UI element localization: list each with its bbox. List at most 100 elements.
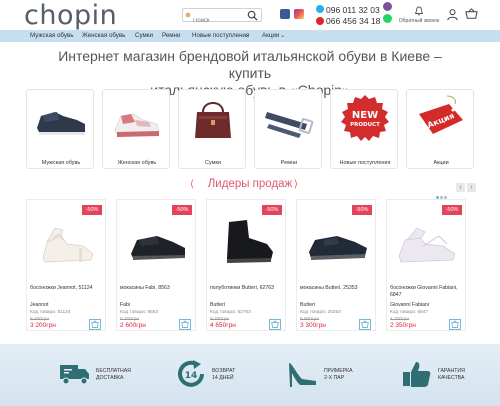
nav-new-arrivals[interactable]: Новые поступления	[192, 32, 249, 39]
product-name[interactable]: мокасины Butteri, 25353	[300, 285, 374, 292]
category-label: Акции	[433, 160, 449, 166]
phone-2[interactable]: 066 456 34 18	[326, 16, 380, 26]
product-image	[42, 227, 94, 263]
category-label: Женская обувь	[117, 160, 157, 166]
category-new-arrivals[interactable]: NEW PRODUCT Новые поступления	[330, 89, 398, 169]
product-name[interactable]: полуботинки Butteri, 62763	[210, 285, 284, 292]
sale-tag: Акция	[419, 95, 463, 134]
nav-bags[interactable]: Сумки	[135, 32, 153, 39]
chevron-down-icon: ⌄	[244, 32, 250, 39]
nav-sales[interactable]: Акции	[262, 32, 279, 39]
svg-text:NEW: NEW	[352, 110, 378, 121]
category-women-shoes[interactable]: Женская обувь	[102, 89, 170, 169]
search-input[interactable]	[183, 15, 243, 27]
product-price: 3 200грн	[30, 322, 56, 329]
product-card[interactable]: -50% полуботинки Butteri, 62763 Butteri …	[206, 199, 286, 331]
callback-label: Обратный звонок	[398, 18, 440, 24]
main-nav: Мужская обувь Женская обувь Сумки Ремни …	[0, 30, 500, 42]
viber-icon[interactable]	[383, 2, 392, 11]
category-belts[interactable]: Ремни	[254, 89, 322, 169]
search-icon[interactable]	[247, 10, 258, 21]
product-image	[309, 236, 367, 260]
add-to-cart-icon[interactable]	[269, 319, 281, 330]
benefit-line-1: ПРИМЕРКА	[324, 368, 353, 374]
product-card[interactable]: -50% босоножки Jeannot, 51124 Jeannot Ко…	[26, 199, 106, 331]
nav-men-shoes[interactable]: Мужская обувь	[30, 32, 73, 39]
product-code: Код товара: 51124	[30, 310, 71, 315]
category-men-shoes[interactable]: Мужская обувь	[26, 89, 94, 169]
page-title-line-1: Интернет магазин брендовой итальянской о…	[58, 48, 442, 81]
truck-icon	[60, 365, 89, 385]
user-icon[interactable]	[446, 8, 459, 21]
benefit-line-1: ВОЗВРАТ	[212, 368, 236, 374]
slider-prev-button[interactable]: ‹	[456, 183, 465, 192]
product-code: Код товара: 6847	[390, 310, 429, 315]
logo[interactable]: chopin	[24, 0, 117, 31]
callback-button[interactable]: Обратный звонок	[398, 6, 440, 24]
product-brand: Giovanni Fabiani	[390, 302, 429, 308]
instagram-icon[interactable]	[294, 9, 304, 19]
svg-text:14: 14	[185, 371, 198, 381]
benefit-return: 14 ВОЗВРАТ 14 ДНЕЙ	[174, 359, 284, 393]
add-to-cart-icon[interactable]	[449, 319, 461, 330]
phone-1[interactable]: 096 011 32 03	[326, 5, 380, 15]
leaf-icon	[185, 12, 191, 18]
category-label: Сумки	[205, 160, 221, 166]
new-product-stamp: NEW PRODUCT	[341, 95, 389, 141]
benefit-line-2: КАЧЕСТВА	[438, 375, 465, 381]
bag-image	[195, 102, 231, 138]
belt-image	[265, 112, 314, 138]
benefit-fitting: ПРИМЕРКА 2-Х ПАР	[286, 359, 396, 393]
product-code: Код товара: 8563	[120, 310, 159, 315]
benefit-line-2: 14 ДНЕЙ	[212, 375, 234, 381]
category-label: Новые поступления	[339, 160, 391, 166]
benefit-quality: ГАРАНТИЯ КАЧЕСТВА	[400, 359, 500, 393]
category-sales[interactable]: Акция Акции	[406, 89, 474, 169]
category-label: Мужская обувь	[41, 160, 81, 166]
benefit-line-1: БЕСПЛАТНАЯ	[96, 368, 131, 374]
benefit-line-2: ДОСТАВКА	[96, 375, 124, 381]
add-to-cart-icon[interactable]	[359, 319, 371, 330]
product-brand: Butteri	[300, 302, 315, 308]
add-to-cart-icon[interactable]	[179, 319, 191, 330]
thumbs-up-icon	[403, 362, 431, 387]
whatsapp-icon[interactable]	[383, 14, 392, 23]
benefits-strip: БЕСПЛАТНАЯ ДОСТАВКА 14 ВОЗВРАТ 14 ДНЕЙ ПРИ…	[0, 344, 500, 406]
facebook-icon[interactable]	[280, 9, 290, 19]
product-code: Код товара: 25353	[300, 310, 341, 315]
chevron-right-icon: ⟩	[294, 179, 298, 190]
kyivstar-icon	[316, 5, 324, 13]
section-title-leaders: Лидеры продаж	[207, 178, 293, 190]
product-name[interactable]: босоножки Giovanni Fabiani, 6847	[390, 285, 464, 299]
return-14-icon: 14	[178, 360, 204, 387]
cart-icon[interactable]	[465, 8, 478, 21]
product-name[interactable]: мокасины Fabi, 8563	[120, 285, 194, 292]
slider-next-button[interactable]: ›	[467, 183, 476, 192]
benefit-line-1: ГАРАНТИЯ	[438, 368, 465, 374]
product-price: 2 350грн	[390, 322, 416, 329]
product-card[interactable]: -50% босоножки Giovanni Fabiani, 6847 Gi…	[386, 199, 466, 331]
benefit-line-2: 2-Х ПАР	[324, 375, 345, 381]
nav-women-shoes[interactable]: Женская обувь	[82, 32, 125, 39]
women-sneaker-image	[114, 113, 160, 137]
search-box[interactable]	[182, 8, 262, 27]
product-card[interactable]: -50% мокасины Butteri, 25353 Butteri Код…	[296, 199, 376, 331]
product-image	[398, 227, 456, 263]
product-brand: Jeannot	[30, 302, 49, 308]
product-image	[227, 220, 273, 263]
product-price: 3 300грн	[300, 322, 326, 329]
chevron-down-icon: ⌄	[280, 32, 286, 39]
heel-shoe-icon	[289, 363, 316, 387]
category-bags[interactable]: Сумки	[178, 89, 246, 169]
nav-belts[interactable]: Ремни	[162, 32, 180, 39]
bell-icon	[414, 6, 424, 16]
vodafone-icon	[316, 17, 324, 25]
category-label: Ремни	[280, 160, 298, 166]
product-price: 4 650грн	[210, 322, 236, 329]
site-header: chopin 096 011 32 03 066 456 34 18 Обрат…	[0, 0, 500, 31]
product-name[interactable]: босоножки Jeannot, 51124	[30, 285, 104, 292]
product-image	[131, 236, 185, 260]
product-card[interactable]: -50% мокасины Fabi, 8563 Fabi Код товара…	[116, 199, 196, 331]
men-shoe-image	[37, 112, 85, 135]
add-to-cart-icon[interactable]	[89, 319, 101, 330]
